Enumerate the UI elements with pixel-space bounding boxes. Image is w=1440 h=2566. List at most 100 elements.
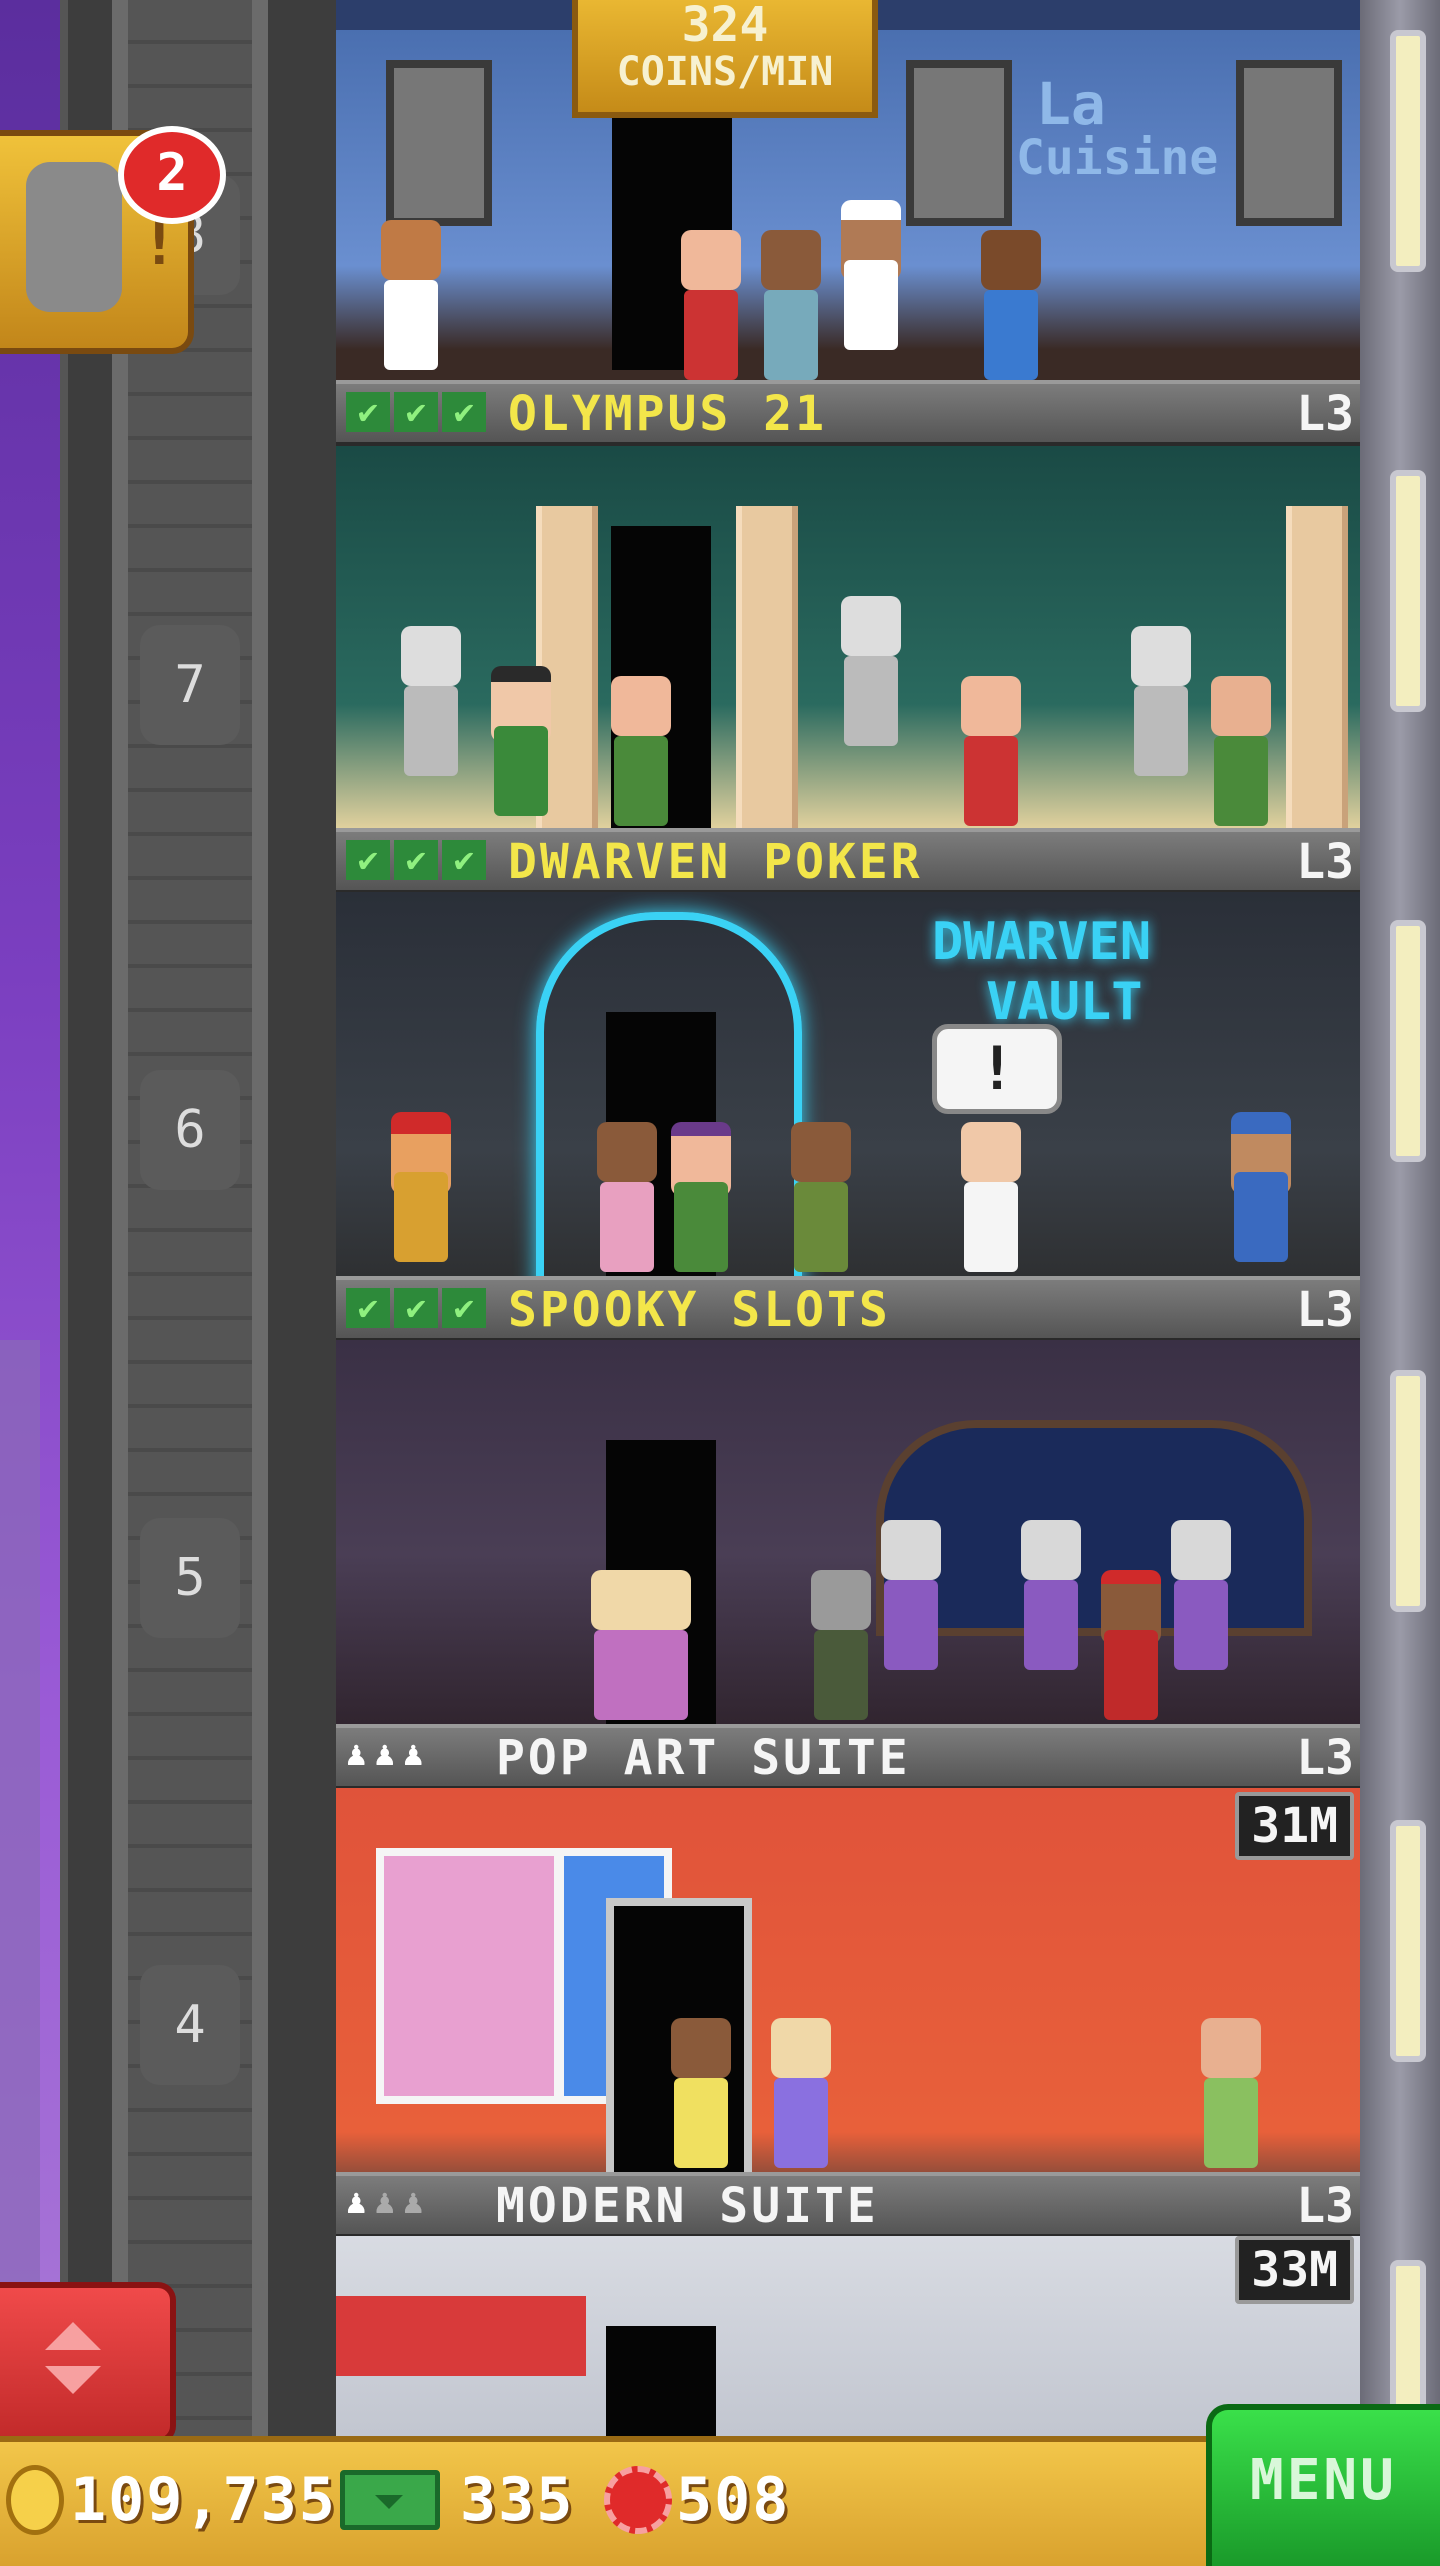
- bux-stat: 335: [340, 2462, 574, 2538]
- tower-resident[interactable]: [1196, 2018, 1266, 2168]
- elevator-rail-right: [252, 0, 268, 2440]
- tower-resident[interactable]: [676, 230, 746, 380]
- tower-resident[interactable]: [976, 230, 1046, 380]
- pawn-icon: ♟: [374, 2182, 395, 2222]
- wall-painting: [1236, 60, 1342, 226]
- floor-number: 7: [140, 625, 240, 745]
- menu-label: MENU: [1250, 2448, 1397, 2513]
- wall-light: [1390, 470, 1426, 712]
- pawn-icon: ♟: [402, 1734, 424, 1774]
- popart-room[interactable]: 31M: [336, 1788, 1360, 2218]
- zombie-resident[interactable]: [806, 1570, 876, 1720]
- floor-level: L3: [1296, 834, 1354, 890]
- pawn-icon: ♟: [346, 2182, 367, 2222]
- occupancy-icons: ♟ ♟ ♟: [346, 1734, 423, 1774]
- floor-header-modern[interactable]: ♟ ♟ ♟ MODERN SUITE L3: [336, 2172, 1360, 2238]
- tower-resident[interactable]: [486, 666, 556, 816]
- stock-checks: ✔ ✔ ✔: [346, 392, 486, 432]
- dwarf-worker[interactable]: [1226, 1112, 1296, 1262]
- floor-level: L3: [1296, 1730, 1354, 1786]
- occupancy-icons: ♟ ♟ ♟: [346, 2182, 423, 2222]
- tower-resident[interactable]: [592, 1122, 662, 1272]
- elevator-rail-left: [112, 0, 128, 2440]
- pawn-icon: ♟: [346, 1734, 367, 1774]
- spooky-room[interactable]: [336, 1340, 1360, 1770]
- tower-resident[interactable]: [786, 1122, 856, 1272]
- tower-resident[interactable]: [766, 2018, 836, 2168]
- up-arrow-icon: [45, 2322, 101, 2350]
- tower-resident[interactable]: [956, 1122, 1026, 1272]
- bux-value: 335: [460, 2465, 575, 2535]
- notification-badge: 2: [118, 126, 226, 224]
- bux-icon: [340, 2470, 440, 2530]
- elevator-updown-button[interactable]: [0, 2282, 176, 2444]
- floor-header-dwarven[interactable]: ✔ ✔ ✔ DWARVEN POKER L3: [336, 828, 1360, 894]
- floor-header-spooky[interactable]: ✔ ✔ ✔ SPOOKY SLOTS L3: [336, 1276, 1360, 1342]
- tower-resident[interactable]: [1096, 1570, 1166, 1720]
- floor-number: 4: [140, 1965, 240, 2085]
- check-icon: ✔: [442, 840, 486, 880]
- room-price: 31M: [1235, 1792, 1354, 1860]
- check-icon: ✔: [394, 1288, 438, 1328]
- coins-per-min-value: 324: [681, 0, 769, 53]
- tower-resident[interactable]: [376, 220, 446, 370]
- tower-resident[interactable]: [666, 2018, 736, 2168]
- statue: [396, 626, 486, 826]
- down-arrow-icon: [45, 2366, 101, 2394]
- slot-machine: [1166, 1520, 1266, 1720]
- wall-light: [1390, 1820, 1426, 2062]
- floor-name: MODERN SUITE: [496, 2178, 879, 2234]
- floor-name: POP ART SUITE: [496, 1730, 911, 1786]
- slot-machine: [876, 1520, 976, 1720]
- speech-bubble[interactable]: !: [932, 1024, 1062, 1114]
- check-icon: ✔: [346, 392, 390, 432]
- pawn-icon: ♟: [402, 2182, 424, 2222]
- floor-name: DWARVEN POKER: [508, 834, 923, 890]
- dwarf-worker[interactable]: [386, 1112, 456, 1262]
- menu-button[interactable]: MENU: [1206, 2404, 1440, 2566]
- room-price: 33M: [1235, 2236, 1354, 2304]
- coins-stat: 109,735: [6, 2462, 337, 2538]
- floor-header-olympus[interactable]: ✔ ✔ ✔ OLYMPUS 21 L3: [336, 380, 1360, 446]
- pawn-icon: ♟: [374, 1734, 395, 1774]
- floor-number: 6: [140, 1070, 240, 1190]
- coins-per-min-sign: 324 COINS/MIN: [572, 0, 878, 118]
- tower-resident[interactable]: [1206, 676, 1276, 826]
- olympus-room[interactable]: [336, 446, 1360, 876]
- statue: [1126, 626, 1216, 826]
- check-icon: ✔: [346, 1288, 390, 1328]
- vault-sign: DWARVEN: [932, 912, 1152, 972]
- floor-number: 5: [140, 1518, 240, 1638]
- floor-level: L3: [1296, 386, 1354, 442]
- coins-value: 109,735: [70, 2465, 337, 2535]
- tower-resident[interactable]: [606, 676, 676, 826]
- chip-icon: [604, 2466, 672, 2534]
- chef-worker[interactable]: [836, 200, 906, 350]
- vault-sign: VAULT: [986, 972, 1143, 1032]
- tower-resident[interactable]: [666, 1122, 736, 1272]
- floor-name: SPOOKY SLOTS: [508, 1282, 891, 1338]
- coin-icon: [6, 2465, 64, 2535]
- chips-stat: 508: [604, 2462, 790, 2538]
- check-icon: ✔: [346, 840, 390, 880]
- wall-painting: [386, 60, 492, 226]
- tower-resident[interactable]: [586, 1570, 696, 1720]
- wall-painting: [906, 60, 1012, 226]
- check-icon: ✔: [394, 840, 438, 880]
- floor-header-popart[interactable]: ♟ ♟ ♟ POP ART SUITE L3: [336, 1724, 1360, 1790]
- check-icon: ✔: [394, 392, 438, 432]
- modern-room[interactable]: 33M: [336, 2236, 1360, 2436]
- red-panel: [336, 2296, 586, 2376]
- chips-value: 508: [676, 2465, 791, 2535]
- pillar: [736, 506, 798, 846]
- visitor-notification[interactable]: ! 2: [0, 126, 226, 354]
- pop-art-painting: [376, 1848, 562, 2104]
- room-door: [606, 2326, 716, 2436]
- tower-resident[interactable]: [756, 230, 826, 380]
- floor-name: OLYMPUS 21: [508, 386, 827, 442]
- dwarven-room[interactable]: DWARVEN VAULT !: [336, 892, 1360, 1322]
- wall-light: [1390, 920, 1426, 1162]
- tower-resident[interactable]: [956, 676, 1026, 826]
- floor-level: L3: [1296, 2178, 1354, 2234]
- wall-light: [1390, 30, 1426, 272]
